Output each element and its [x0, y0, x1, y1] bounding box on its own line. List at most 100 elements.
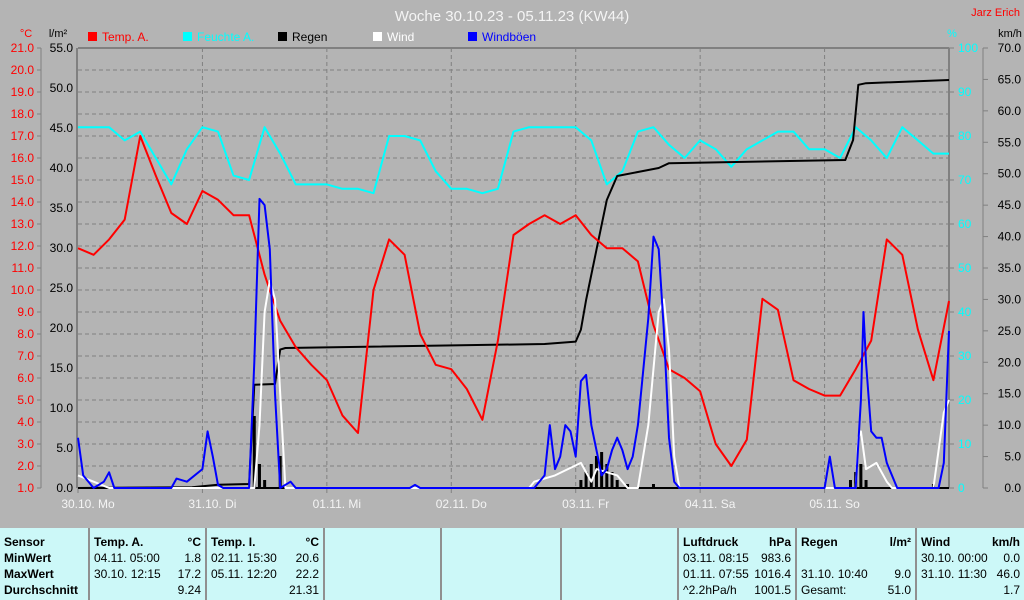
x-tick-label: 31.10. Di: [188, 497, 236, 511]
rain-tick-label: 10.0: [50, 401, 74, 415]
humidity-tick-label: 100: [958, 41, 978, 55]
humidity-unit: %: [947, 28, 957, 40]
statistics-table: Sensor MinWert MaxWert Durchschnitt Temp…: [0, 528, 1024, 600]
temp_a-row: 04.11. 05:00 1.8: [94, 551, 201, 565]
author-label: Jarz Erich: [971, 7, 1020, 19]
temp-tick-label: 15.0: [11, 173, 35, 187]
wind-tick-label: 65.0: [998, 72, 1022, 86]
x-tick-label: 04.11. Sa: [685, 497, 736, 511]
legend-swatch-1: [183, 32, 192, 41]
x-tick-label: 01.11. Mi: [313, 497, 361, 511]
legend-swatch-2: [278, 32, 287, 41]
temp_i-row: 05.11. 12:20 22.2: [211, 567, 319, 581]
wind-unit: km/h: [998, 28, 1022, 40]
x-tick-label: 30.10. Mo: [61, 497, 115, 511]
grid: [78, 48, 949, 488]
wind-row: 30.10. 00:00 0.0: [921, 551, 1020, 565]
rain-tick-label: 25.0: [50, 281, 74, 295]
luftdruck-header: Luftdruck hPa: [683, 535, 791, 549]
rain-tick-label: 45.0: [50, 121, 74, 135]
wind-tick-label: 25.0: [998, 324, 1022, 338]
regen-column: Regen l/m² 31.10. 10:40 9.0 Gesamt: 51.0: [795, 528, 915, 600]
temp-tick-label: 14.0: [11, 195, 35, 209]
rain-tick-label: 20.0: [50, 321, 74, 335]
wind-row: 1.7: [1003, 583, 1020, 597]
temp-tick-label: 3.0: [17, 437, 34, 451]
weather-chart: Woche 30.10.23 - 05.11.23 (KW44) Jarz Er…: [11, 7, 1022, 511]
wind-tick-label: 35.0: [998, 261, 1022, 275]
temp-tick-label: 12.0: [11, 239, 35, 253]
rain-tick-label: 50.0: [50, 81, 74, 95]
rain-tick-label: 35.0: [50, 201, 74, 215]
legend: Temp. A. Feuchte A. Regen Wind Windböen: [88, 30, 536, 44]
temp-tick-label: 13.0: [11, 217, 35, 231]
temp-tick-label: 20.0: [11, 63, 35, 77]
temp_a-row: 9.24: [177, 583, 201, 597]
rain-tick-label: 40.0: [50, 161, 74, 175]
luftdruck-row: 03.11. 08:15 983.6: [683, 551, 791, 565]
temp-tick-label: 7.0: [17, 349, 34, 363]
temp-tick-label: 10.0: [11, 283, 35, 297]
legend-label: Temp. A.: [102, 30, 149, 44]
wind-row: 31.10. 11:30 46.0: [921, 567, 1020, 581]
x-tick-label: 05.11. So: [809, 497, 860, 511]
temp-tick-label: 4.0: [17, 415, 34, 429]
series: [77, 79, 950, 489]
temp-tick-label: 2.0: [17, 459, 34, 473]
humidity-tick-label: 20: [958, 393, 972, 407]
sensor-header: Sensor: [4, 535, 45, 549]
empty-column: [323, 528, 440, 600]
temp_i-row: 02.11. 15:30 20.6: [211, 551, 319, 565]
rain-tick-label: 30.0: [50, 241, 74, 255]
regen-row: [801, 550, 911, 566]
wind-tick-label: 70.0: [998, 41, 1022, 55]
humidity-tick-label: 90: [958, 85, 972, 99]
axes: 1.0 2.0 3.0 4.0 5.0 6.0 7.0 8.0 9.0 10.0 11.0 12.0 1…: [11, 28, 1022, 511]
temp_a-row: 30.10. 12:15 17.2: [94, 567, 201, 581]
empty-column: [560, 528, 677, 600]
temp_a-header: Temp. A. °C: [94, 535, 201, 549]
x-tick-label: 02.11. Do: [436, 497, 487, 511]
legend-label: Feuchte A.: [197, 30, 254, 44]
wind-tick-label: 50.0: [998, 167, 1022, 181]
wind-header: Wind km/h: [921, 535, 1020, 549]
legend-label: Windböen: [482, 30, 536, 44]
temp-tick-label: 6.0: [17, 371, 34, 385]
rain-tick-label: 55.0: [50, 41, 74, 55]
temp-tick-label: 16.0: [11, 151, 35, 165]
temp-tick-label: 9.0: [17, 305, 34, 319]
wind-tick-label: 15.0: [998, 387, 1022, 401]
humidity-tick-label: 40: [958, 305, 972, 319]
rain-tick-label: 0.0: [56, 481, 73, 495]
temp-tick-label: 17.0: [11, 129, 35, 143]
temp_a-column: Temp. A. °C 04.11. 05:00 1.8 30.10. 12:15 17.…: [88, 528, 205, 600]
regen-row: Gesamt: 51.0: [801, 583, 911, 597]
humidity-tick-label: 60: [958, 217, 972, 231]
temp_i-row: 21.31: [288, 583, 319, 597]
temp-tick-label: 21.0: [11, 41, 35, 55]
humidity-tick-label: 30: [958, 349, 972, 363]
luftdruck-column: Luftdruck hPa 03.11. 08:15 983.6 01.11. 07:5…: [677, 528, 795, 600]
humidity-tick-label: 70: [958, 173, 972, 187]
wind-tick-label: 60.0: [998, 104, 1022, 118]
wind-tick-label: 20.0: [998, 355, 1022, 369]
humidity-tick-label: 50: [958, 261, 972, 275]
rain-tick-label: 15.0: [50, 361, 74, 375]
luftdruck-row: 01.11. 07:55 1016.4: [683, 567, 791, 581]
x-tick-label: 03.11. Fr: [562, 497, 609, 511]
rain-unit: l/m²: [49, 28, 68, 40]
empty-column: [440, 528, 560, 600]
row-label-avg: Durchschnitt: [4, 583, 79, 597]
humidity-tick-label: 0: [958, 481, 965, 495]
temp-unit: °C: [20, 28, 32, 40]
legend-swatch-4: [468, 32, 477, 41]
legend-swatch-0: [88, 32, 97, 41]
regen-row: 31.10. 10:40 9.0: [801, 567, 911, 581]
humidity-tick-label: 10: [958, 437, 972, 451]
wind-tick-label: 45.0: [998, 198, 1022, 212]
humidity-tick-label: 80: [958, 129, 972, 143]
temp-tick-label: 19.0: [11, 85, 35, 99]
row-label-min: MinWert: [4, 551, 52, 565]
wind-tick-label: 0.0: [1004, 481, 1021, 495]
temp-tick-label: 1.0: [17, 481, 34, 495]
